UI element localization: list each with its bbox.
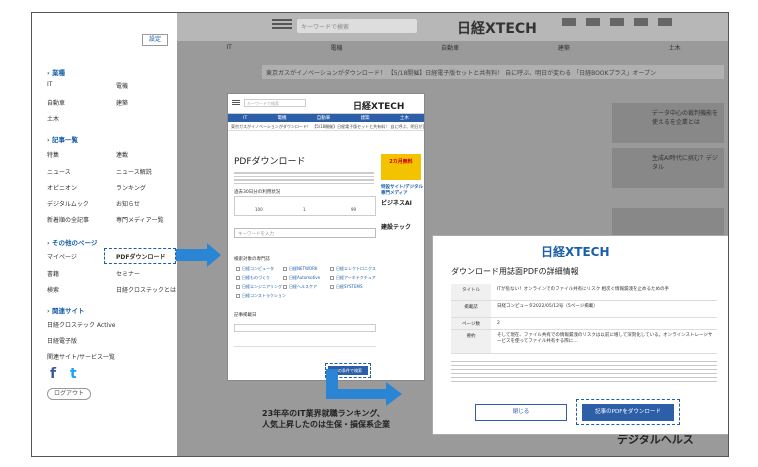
arrow-right-icon: [176, 243, 221, 267]
arrows: [176, 243, 402, 406]
instruction-screenshot: キーワードで検索 日経XTECH IT 電機 自動車 建築 土木 東京ガスがイノ…: [0, 0, 758, 467]
arrow-right-icon: [326, 369, 402, 406]
browser-frame: キーワードで検索 日経XTECH IT 電機 自動車 建築 土木 東京ガスがイノ…: [31, 12, 729, 457]
